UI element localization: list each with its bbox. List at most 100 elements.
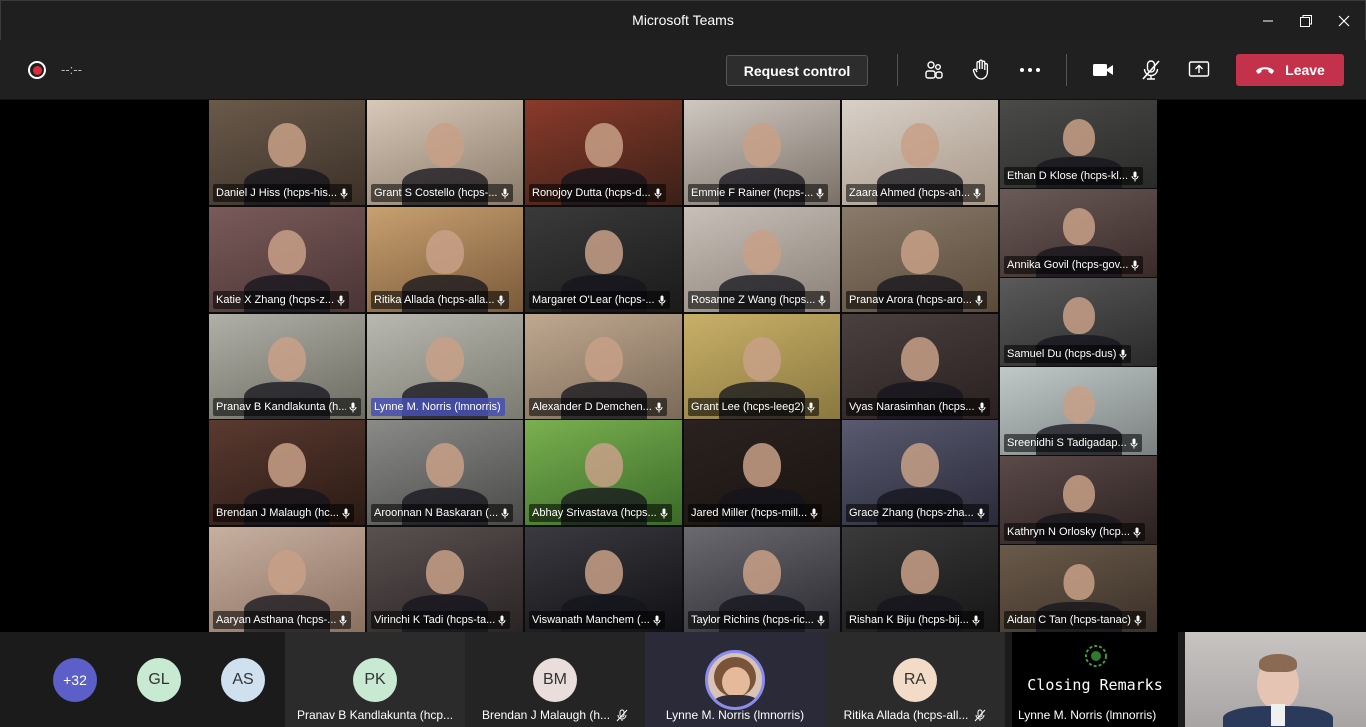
shared-content-tile[interactable]: Closing Remarks Lynne M. Norris (lmnorri… [1012, 632, 1178, 727]
minimize-button[interactable] [1253, 7, 1283, 35]
participant-tile[interactable]: BM Brendan J Malaugh (h... [465, 632, 645, 727]
participant-tile[interactable]: RA Ritika Allada (hcps-all... [825, 632, 1005, 727]
video-tile[interactable]: Jared Miller (hcps-mill... [684, 420, 840, 525]
participant-name: Vyas Narasimhan (hcps... [849, 401, 975, 413]
participant-silhouette-head [901, 337, 939, 381]
teams-meeting-window: Microsoft Teams --:-- Request control Le… [0, 0, 1366, 727]
video-tile[interactable]: Viswanath Manchem (... [525, 527, 682, 632]
mic-icon [973, 188, 981, 198]
video-tile[interactable]: Ethan D Klose (hcps-kl... [1000, 100, 1157, 188]
participant-name-label: Ethan D Klose (hcps-kl... [1004, 167, 1144, 185]
mic-icon [658, 295, 666, 305]
participant-silhouette-head [268, 230, 306, 274]
video-tile[interactable]: Brendan J Malaugh (hc... [209, 420, 365, 525]
participant-name-label: Pranav Arora (hcps-aro... [846, 291, 987, 309]
participant-name: Grant S Costello (hcps-... [374, 187, 498, 199]
close-button[interactable] [1329, 7, 1359, 35]
raise-hand-icon[interactable] [967, 57, 995, 83]
video-tile[interactable]: Aaryan Asthana (hcps-... [209, 527, 365, 632]
participant-avatar-as[interactable]: AS [221, 658, 265, 702]
participant-name-label: Vyas Narasimhan (hcps... [846, 398, 990, 416]
more-options-icon[interactable] [1016, 57, 1044, 83]
video-tile[interactable]: Zaara Ahmed (hcps-ah... [842, 100, 998, 205]
mic-icon [339, 615, 347, 625]
meeting-timer: --:-- [61, 62, 82, 77]
video-tile[interactable]: Kathryn N Orlosky (hcp... [1000, 456, 1157, 544]
participant-avatar-gl[interactable]: GL [137, 658, 181, 702]
video-tile[interactable]: Grant S Costello (hcps-... [367, 100, 523, 205]
video-tile[interactable]: Rosanne Z Wang (hcps... [684, 207, 840, 312]
video-tile[interactable]: Alexander D Demchen... [525, 314, 682, 419]
restore-button[interactable] [1291, 7, 1321, 35]
participant-silhouette-head [901, 443, 939, 487]
video-tile[interactable]: Vyas Narasimhan (hcps... [842, 314, 998, 419]
mic-icon [816, 188, 824, 198]
participant-name-label: Katie X Zhang (hcps-z... [213, 291, 349, 309]
meeting-toolbar: --:-- Request control Leave [0, 40, 1366, 100]
participant-name-label: Jared Miller (hcps-mill... [688, 504, 823, 522]
participant-silhouette-head [426, 230, 464, 274]
participant-name-label: Annika Govil (hcps-gov... [1004, 256, 1144, 274]
video-tile[interactable]: Grant Lee (hcps-leeg2) [684, 314, 840, 419]
participant-silhouette-head [743, 443, 781, 487]
toolbar-divider [897, 54, 898, 86]
participant-name: Taylor Richins (hcps-ric... [691, 614, 814, 626]
video-tile[interactable]: Pranav B Kandlakunta (h... [209, 314, 365, 419]
mic-icon [977, 508, 985, 518]
mic-icon [342, 508, 350, 518]
video-tile[interactable]: Katie X Zhang (hcps-z... [209, 207, 365, 312]
video-tile[interactable]: Grace Zhang (hcps-zha... [842, 420, 998, 525]
video-tile[interactable]: Sreenidhi S Tadigadap... [1000, 367, 1157, 455]
participant-name: Abhay Srivastava (hcps... [532, 507, 657, 519]
participant-name-label: Kathryn N Orlosky (hcp... [1004, 523, 1145, 541]
participant-name: Lynne M. Norris (lmnorris) [665, 708, 805, 722]
participant-silhouette-head [426, 550, 464, 594]
mic-icon [660, 508, 668, 518]
video-tile[interactable]: Daniel J Hiss (hcps-his... [209, 100, 365, 205]
video-tile[interactable]: Emmie F Rainer (hcps-... [684, 100, 840, 205]
video-tile[interactable]: Margaret O'Lear (hcps-... [525, 207, 682, 312]
mic-icon [1131, 171, 1139, 181]
mic-icon [1133, 527, 1141, 537]
share-screen-icon[interactable] [1185, 57, 1213, 83]
video-tile[interactable]: Aroonnan N Baskaran (... [367, 420, 523, 525]
participant-avatar-pk: PK [353, 658, 397, 702]
video-tile[interactable]: Lynne M. Norris (lmnorris) [367, 314, 523, 419]
video-tile[interactable]: Ronojoy Dutta (hcps-d... [525, 100, 682, 205]
participant-silhouette-head [743, 550, 781, 594]
video-tile[interactable]: Aidan C Tan (hcps-tanac) [1000, 545, 1157, 632]
more-participants-button[interactable]: +32 [53, 658, 97, 702]
participants-icon[interactable] [920, 57, 948, 83]
participant-name: Pranav B Kandlakunta (h... [216, 401, 346, 413]
participant-name: Samuel Du (hcps-dus) [1007, 348, 1117, 360]
mic-icon [337, 295, 345, 305]
mic-off-icon[interactable] [1137, 57, 1165, 83]
participant-silhouette-head [426, 123, 464, 167]
video-tile[interactable]: Abhay Srivastava (hcps... [525, 420, 682, 525]
participant-name: Zaara Ahmed (hcps-ah... [849, 187, 971, 199]
participant-silhouette-head [743, 123, 781, 167]
recording-icon [28, 61, 46, 79]
request-control-button[interactable]: Request control [726, 55, 868, 86]
participant-name: Kathryn N Orlosky (hcp... [1007, 526, 1130, 538]
video-tile[interactable]: Annika Govil (hcps-gov... [1000, 189, 1157, 277]
participant-silhouette-head [1062, 119, 1095, 156]
participant-tile[interactable]: PK Pranav B Kandlakunta (hcp... [285, 632, 465, 727]
hang-up-icon [1256, 67, 1275, 74]
participant-silhouette-head [901, 550, 939, 594]
video-tile[interactable]: Ritika Allada (hcps-alla... [367, 207, 523, 312]
participant-name: Rosanne Z Wang (hcps... [691, 294, 816, 306]
leave-button[interactable]: Leave [1236, 54, 1344, 86]
self-view-video[interactable] [1185, 632, 1366, 727]
participant-silhouette-head [743, 230, 781, 274]
video-tile[interactable]: Pranav Arora (hcps-aro... [842, 207, 998, 312]
participant-silhouette-head [743, 337, 781, 381]
participant-name: Viswanath Manchem (... [532, 614, 650, 626]
participant-name: Grant Lee (hcps-leeg2) [691, 401, 805, 413]
video-tile[interactable]: Virinchi K Tadi (hcps-ta... [367, 527, 523, 632]
video-tile[interactable]: Taylor Richins (hcps-ric... [684, 527, 840, 632]
video-tile[interactable]: Rishan K Biju (hcps-bij... [842, 527, 998, 632]
video-tile[interactable]: Samuel Du (hcps-dus) [1000, 278, 1157, 366]
participant-tile-speaking[interactable]: Lynne M. Norris (lmnorris) [645, 632, 825, 727]
camera-icon[interactable] [1089, 57, 1117, 83]
